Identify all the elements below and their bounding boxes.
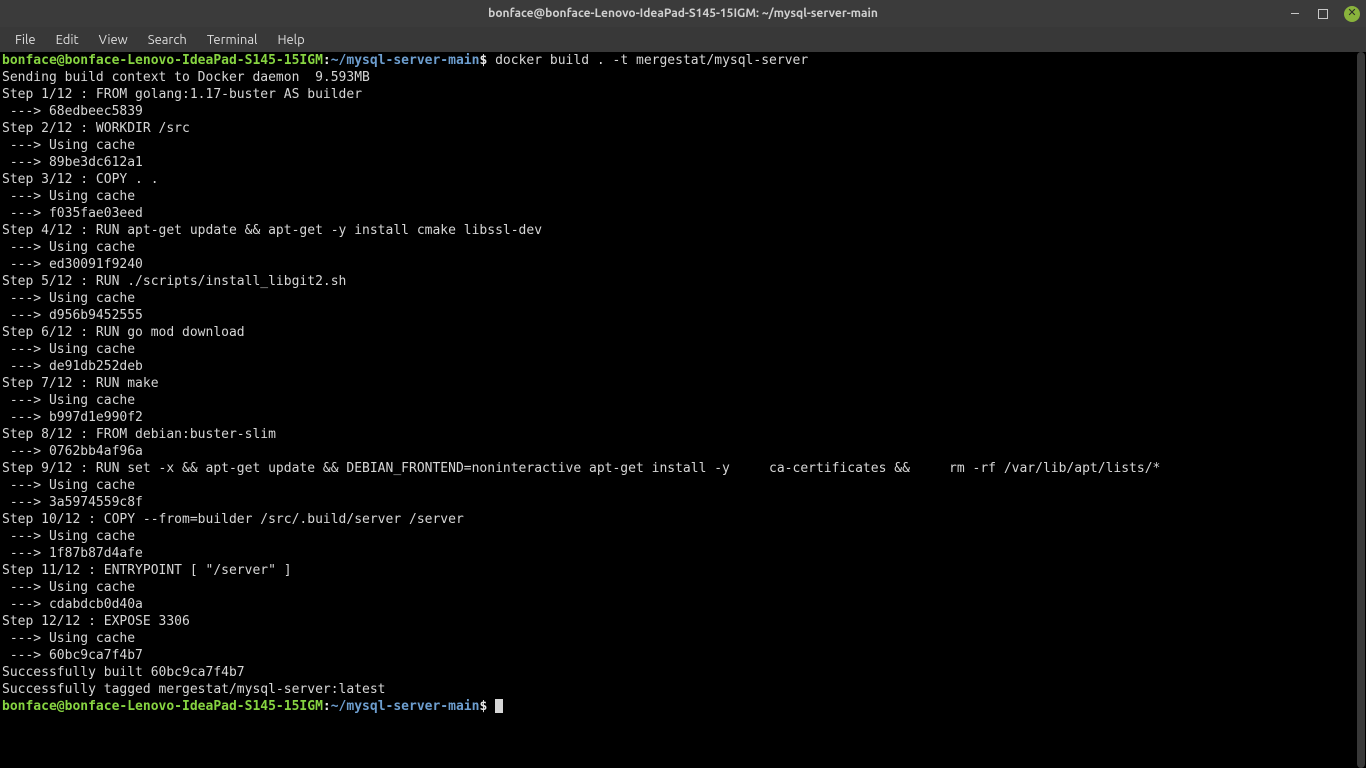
terminal-line: ---> Using cache xyxy=(2,137,1364,154)
terminal-line: Step 7/12 : RUN make xyxy=(2,375,1364,392)
terminal-line: ---> cdabdcb0d40a xyxy=(2,596,1364,613)
terminal-content[interactable]: bonface@bonface-Lenovo-IdeaPad-S145-15IG… xyxy=(0,52,1366,768)
terminal-line: Step 2/12 : WORKDIR /src xyxy=(2,120,1364,137)
terminal-line: ---> 1f87b87d4afe xyxy=(2,545,1364,562)
prompt-path: ~/mysql-server-main xyxy=(331,53,480,68)
prompt-user-host: bonface@bonface-Lenovo-IdeaPad-S145-15IG… xyxy=(2,699,323,714)
terminal-line: Step 4/12 : RUN apt-get update && apt-ge… xyxy=(2,222,1364,239)
menu-view[interactable]: View xyxy=(90,30,137,50)
terminal-line: ---> Using cache xyxy=(2,579,1364,596)
prompt-separator: : xyxy=(323,53,331,68)
window-title: bonface@bonface-Lenovo-IdeaPad-S145-15IG… xyxy=(488,7,878,20)
terminal-line: Step 10/12 : COPY --from=builder /src/.b… xyxy=(2,511,1364,528)
terminal-line: ---> Using cache xyxy=(2,630,1364,647)
terminal-line: ---> Using cache xyxy=(2,239,1364,256)
terminal-line: ---> Using cache xyxy=(2,290,1364,307)
window-controls: ✕ xyxy=(1288,0,1360,27)
close-icon[interactable]: ✕ xyxy=(1344,6,1360,22)
prompt-user-host: bonface@bonface-Lenovo-IdeaPad-S145-15IG… xyxy=(2,53,323,68)
terminal-line: ---> de91db252deb xyxy=(2,358,1364,375)
cursor xyxy=(495,699,503,713)
terminal-line: ---> 68edbeec5839 xyxy=(2,103,1364,120)
terminal-line: ---> d956b9452555 xyxy=(2,307,1364,324)
terminal-line: ---> 89be3dc612a1 xyxy=(2,154,1364,171)
maximize-icon[interactable] xyxy=(1316,7,1330,21)
terminal-line: ---> 60bc9ca7f4b7 xyxy=(2,647,1364,664)
menu-help[interactable]: Help xyxy=(268,30,313,50)
scrollbar[interactable] xyxy=(1355,52,1366,768)
prompt-path: ~/mysql-server-main xyxy=(331,699,480,714)
terminal-line: bonface@bonface-Lenovo-IdeaPad-S145-15IG… xyxy=(2,52,1364,69)
terminal-line: ---> 3a5974559c8f xyxy=(2,494,1364,511)
terminal-line: Step 8/12 : FROM debian:buster-slim xyxy=(2,426,1364,443)
menu-file[interactable]: File xyxy=(6,30,45,50)
terminal-line: Step 3/12 : COPY . . xyxy=(2,171,1364,188)
prompt-separator: : xyxy=(323,699,331,714)
terminal-line: Step 1/12 : FROM golang:1.17-buster AS b… xyxy=(2,86,1364,103)
terminal-line: ---> Using cache xyxy=(2,528,1364,545)
terminal-line: ---> Using cache xyxy=(2,188,1364,205)
terminal-line: Sending build context to Docker daemon 9… xyxy=(2,69,1364,86)
terminal-line: Successfully built 60bc9ca7f4b7 xyxy=(2,664,1364,681)
titlebar: bonface@bonface-Lenovo-IdeaPad-S145-15IG… xyxy=(0,0,1366,27)
terminal-line: Step 9/12 : RUN set -x && apt-get update… xyxy=(2,460,1364,477)
terminal-line: ---> b997d1e990f2 xyxy=(2,409,1364,426)
menu-edit[interactable]: Edit xyxy=(47,30,88,50)
menubar: File Edit View Search Terminal Help xyxy=(0,27,1366,52)
terminal-line: ---> Using cache xyxy=(2,477,1364,494)
scrollbar-thumb[interactable] xyxy=(1357,52,1365,768)
menu-terminal[interactable]: Terminal xyxy=(198,30,267,50)
terminal-line: ---> 0762bb4af96a xyxy=(2,443,1364,460)
terminal-line: Successfully tagged mergestat/mysql-serv… xyxy=(2,681,1364,698)
terminal-line: Step 5/12 : RUN ./scripts/install_libgit… xyxy=(2,273,1364,290)
minimize-icon[interactable] xyxy=(1288,7,1302,21)
terminal-line: bonface@bonface-Lenovo-IdeaPad-S145-15IG… xyxy=(2,698,1364,715)
menu-search[interactable]: Search xyxy=(139,30,196,50)
command-text: docker build . -t mergestat/mysql-server xyxy=(487,53,808,68)
terminal-line: ---> f035fae03eed xyxy=(2,205,1364,222)
terminal-line: Step 12/12 : EXPOSE 3306 xyxy=(2,613,1364,630)
terminal-line: Step 11/12 : ENTRYPOINT [ "/server" ] xyxy=(2,562,1364,579)
terminal-line: Step 6/12 : RUN go mod download xyxy=(2,324,1364,341)
terminal-line: ---> ed30091f9240 xyxy=(2,256,1364,273)
terminal-line: ---> Using cache xyxy=(2,341,1364,358)
terminal-line: ---> Using cache xyxy=(2,392,1364,409)
